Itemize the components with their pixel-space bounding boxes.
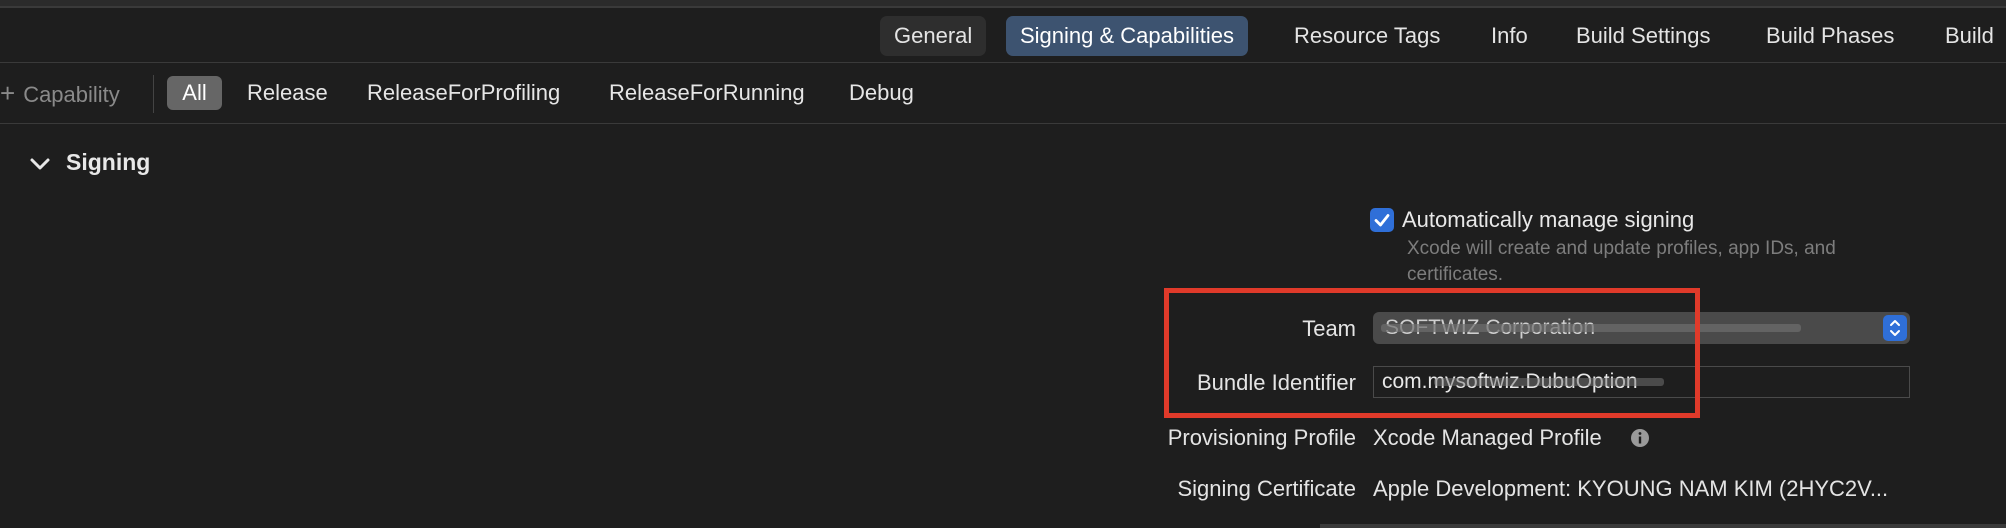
tab-general[interactable]: General [880,16,987,56]
signing-section-title: Signing [66,149,151,175]
chevron-down-icon [30,158,50,170]
tab-resource-tags[interactable]: Resource Tags [1280,16,1454,56]
filter-debug[interactable]: Debug [839,76,924,110]
add-capability-label: Capability [23,82,120,107]
filter-divider [153,75,154,113]
editor-tab-bar: General Signing & Capabilities Resource … [0,8,2006,63]
annotation-highlight-box [1164,288,1700,418]
bottom-divider [1320,524,2006,528]
tab-build-phases[interactable]: Build Phases [1752,16,1908,56]
provisioning-profile-label: Provisioning Profile [1167,425,1356,450]
tab-info[interactable]: Info [1477,16,1542,56]
filter-release-for-running[interactable]: ReleaseForRunning [599,76,815,110]
auto-manage-label[interactable]: Automatically manage signing [1402,204,1694,236]
filter-release-for-profiling[interactable]: ReleaseForProfiling [357,76,570,110]
checkmark-icon [1374,214,1390,227]
auto-manage-checkbox[interactable] [1370,208,1394,232]
window-top-strip-inner [0,0,2006,6]
tab-build-rules[interactable]: Build [1931,16,2006,56]
filter-release[interactable]: Release [237,76,338,110]
tab-signing-capabilities[interactable]: Signing & Capabilities [1006,16,1249,56]
add-capability-button[interactable]: + Capability [0,73,120,113]
configuration-filter-bar: + Capability All Release ReleaseForProfil… [0,63,2006,124]
provisioning-profile-value: Xcode Managed Profile [1373,425,1602,450]
plus-icon: + [0,78,16,108]
tab-build-settings[interactable]: Build Settings [1562,16,1725,56]
window-top-strip [0,0,2006,8]
auto-manage-description: Xcode will create and update profiles, a… [1407,238,1836,285]
up-down-chevron-icon [1883,315,1907,341]
info-circle-icon[interactable] [1630,428,1650,448]
filter-all[interactable]: All [167,76,222,110]
signing-section-header[interactable]: Signing [28,145,150,179]
signing-certificate-value: Apple Development: KYOUNG NAM KIM (2HYC2… [1373,476,1889,501]
signing-certificate-label: Signing Certificate [1177,476,1356,501]
